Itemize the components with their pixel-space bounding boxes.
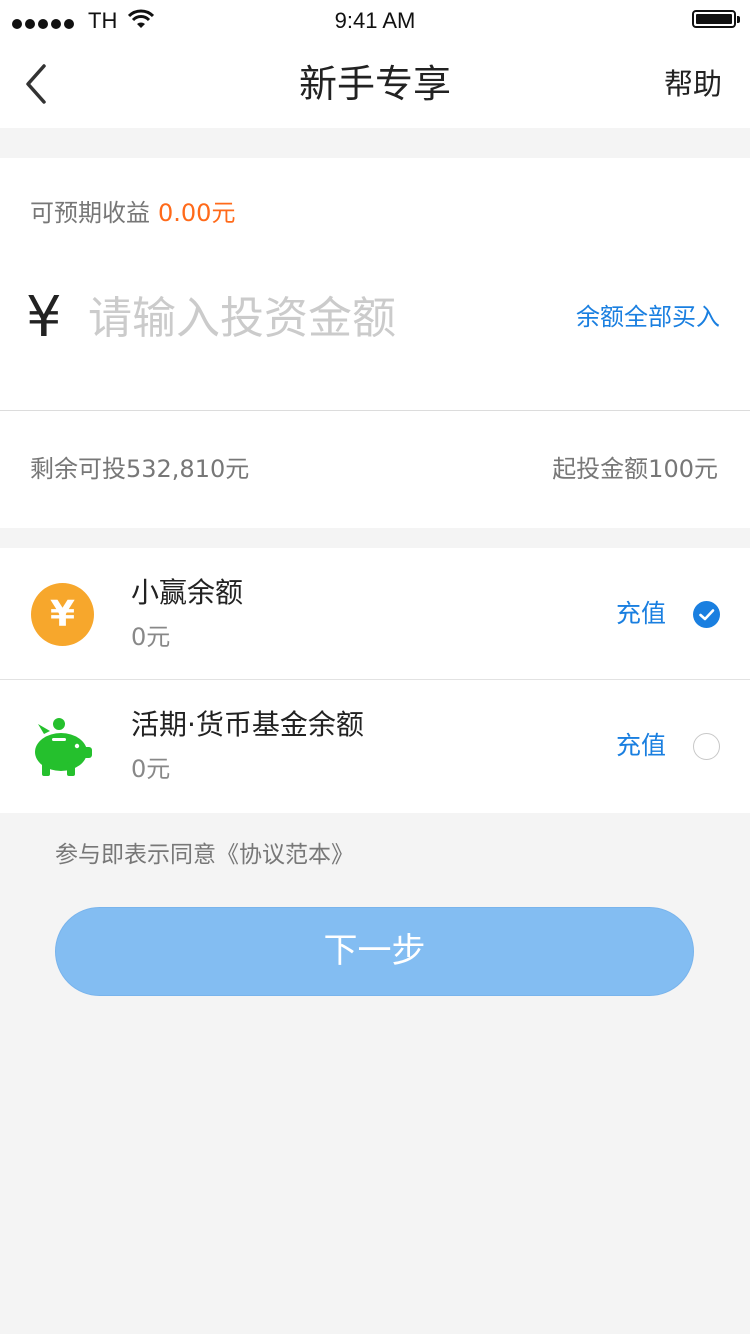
help-link[interactable]: 帮助 bbox=[664, 66, 722, 102]
agreement-text[interactable]: 参与即表示同意《协议范本》 bbox=[55, 840, 354, 870]
divider bbox=[0, 410, 750, 411]
battery-icon bbox=[692, 10, 740, 28]
payment-methods: ¥ 小赢余额 0元 充值 活期·货币基金余额 0元 充值 bbox=[0, 548, 750, 813]
amount-input[interactable] bbox=[88, 288, 548, 348]
payment-option-fund[interactable]: 活期·货币基金余额 0元 充值 bbox=[0, 680, 750, 812]
remaining-investable: 剩余可投532,810元 bbox=[30, 455, 250, 483]
yen-icon: ¥ bbox=[26, 285, 62, 350]
payment-option-name: 小赢余额 bbox=[131, 576, 244, 609]
checkmark-selected-icon[interactable] bbox=[693, 601, 720, 628]
payment-option-balance-value: 0元 bbox=[131, 755, 171, 783]
nav-bar: 新手专享 帮助 bbox=[0, 40, 750, 128]
expected-earnings-value: 0.00元 bbox=[158, 199, 236, 227]
page-title: 新手专享 bbox=[298, 62, 451, 106]
yen-coin-icon: ¥ bbox=[31, 583, 94, 646]
expected-earnings: 可预期收益 0.00元 bbox=[30, 198, 235, 228]
status-time: 9:41 AM bbox=[334, 8, 416, 33]
payment-option-name: 活期·货币基金余额 bbox=[131, 708, 364, 741]
buy-all-balance-link[interactable]: 余额全部买入 bbox=[576, 300, 720, 334]
piggy-bank-icon bbox=[35, 718, 92, 776]
minimum-investment: 起投金额100元 bbox=[552, 455, 718, 483]
status-bar: TH 9:41 AM bbox=[0, 0, 750, 40]
expected-earnings-label: 可预期收益 bbox=[30, 199, 150, 227]
recharge-link[interactable]: 充值 bbox=[616, 730, 666, 762]
investment-card: 可预期收益 0.00元 ¥ 余额全部买入 剩余可投532,810元 起投金额100… bbox=[0, 158, 750, 528]
radio-unselected-icon[interactable] bbox=[693, 733, 720, 760]
next-step-button[interactable]: 下一步 bbox=[55, 907, 694, 996]
payment-option-balance-value: 0元 bbox=[131, 623, 171, 651]
recharge-link[interactable]: 充值 bbox=[616, 598, 666, 630]
payment-option-balance[interactable]: ¥ 小赢余额 0元 充值 bbox=[0, 548, 750, 680]
